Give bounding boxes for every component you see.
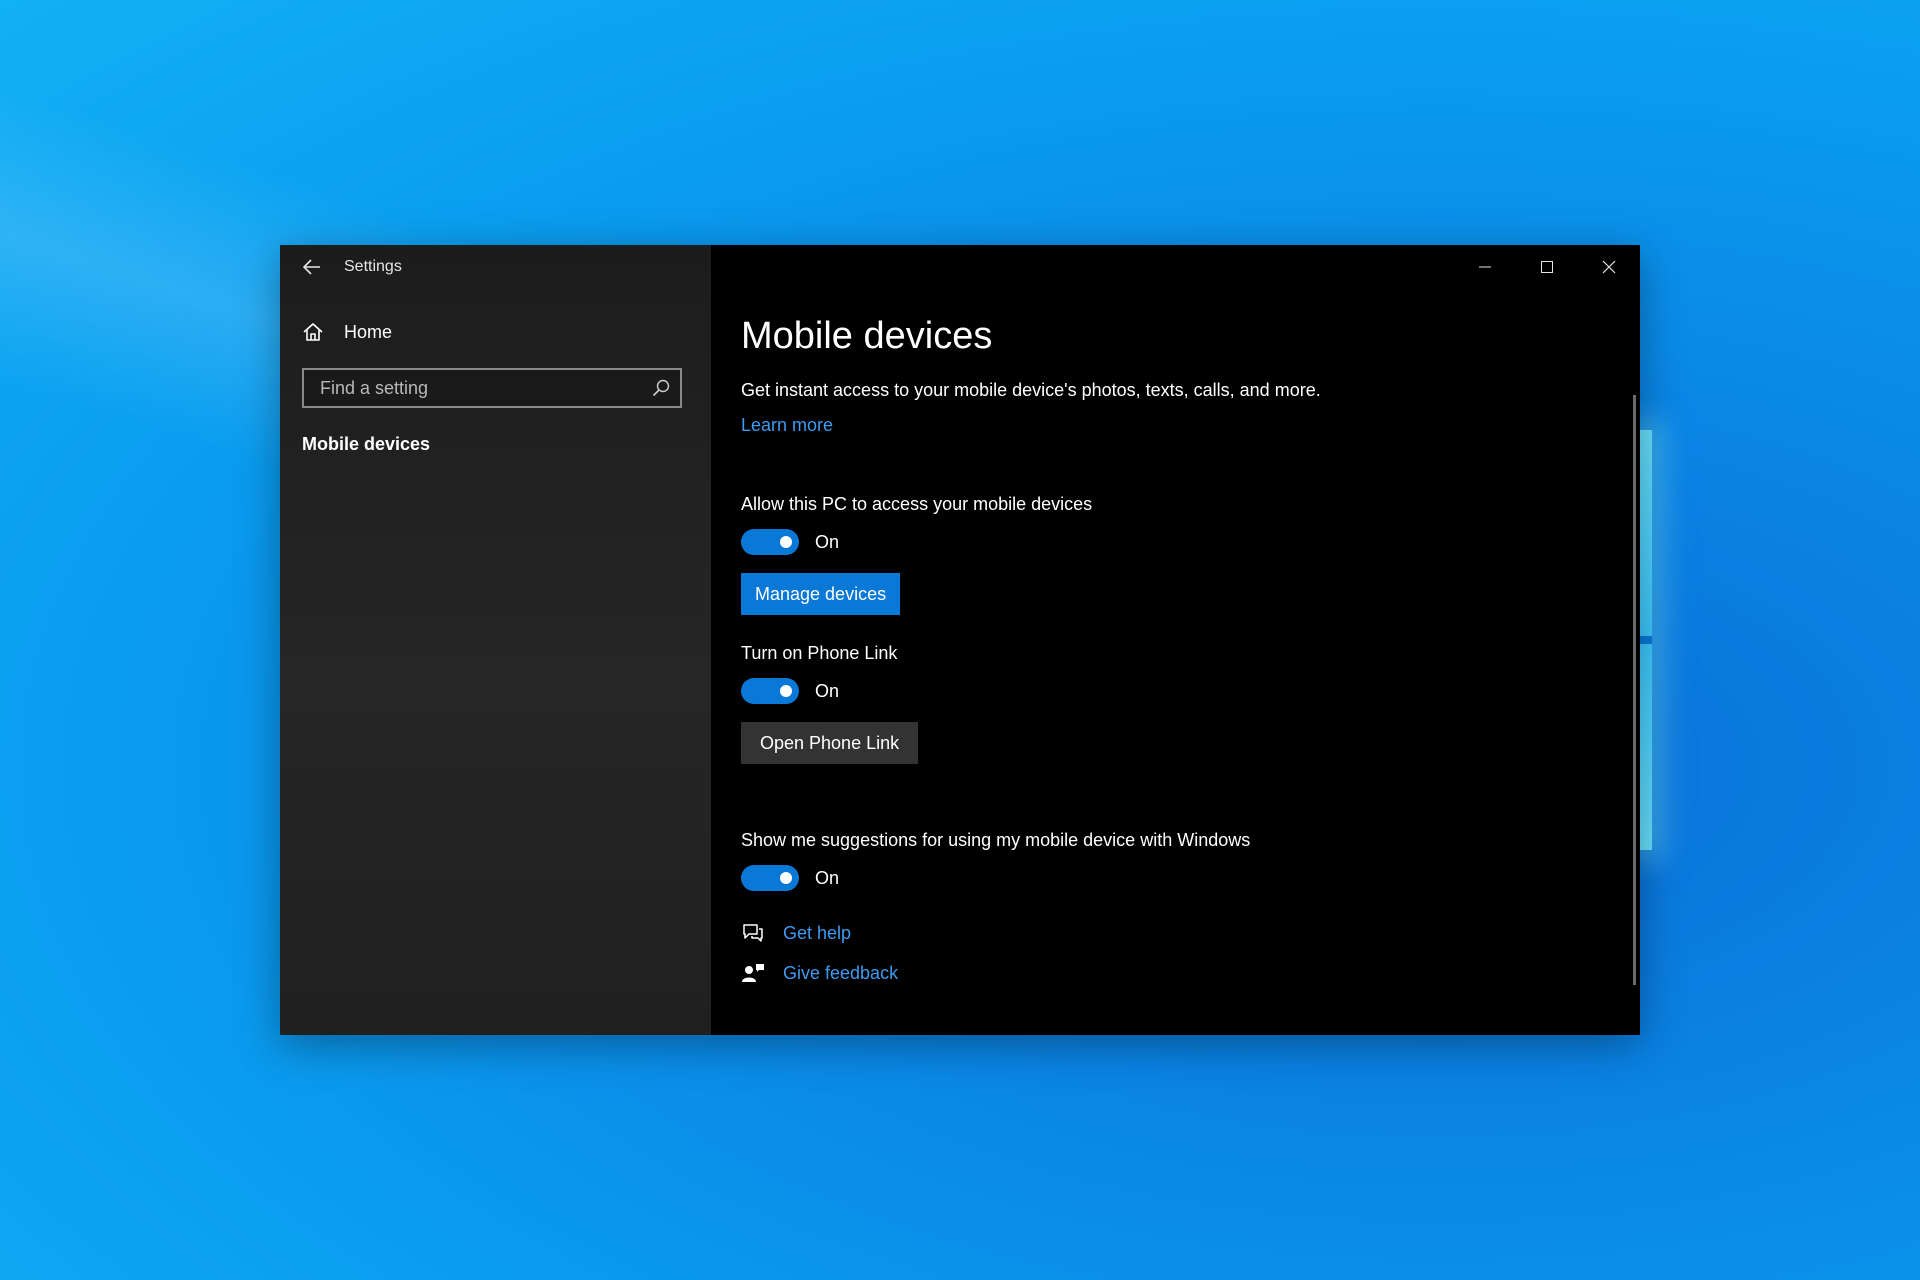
page-description: Get instant access to your mobile device… bbox=[741, 380, 1321, 400]
help-section: Get help Give feedback bbox=[741, 917, 1640, 989]
close-button[interactable] bbox=[1578, 245, 1640, 289]
open-phone-link-button[interactable]: Open Phone Link bbox=[741, 722, 919, 764]
back-arrow-icon bbox=[303, 259, 320, 275]
sidebar: Settings Home Mobile devices bbox=[280, 245, 711, 1035]
caption-buttons bbox=[1454, 245, 1640, 289]
phone-link-toggle[interactable] bbox=[741, 678, 799, 704]
toggle-knob bbox=[780, 872, 792, 884]
sidebar-item-mobile-devices[interactable]: Mobile devices bbox=[302, 434, 711, 455]
toggle-row: On bbox=[741, 865, 1640, 891]
help-chat-icon bbox=[743, 924, 763, 942]
setting-suggestions: Show me suggestions for using my mobile … bbox=[741, 830, 1640, 891]
give-feedback-link[interactable]: Give feedback bbox=[783, 963, 898, 984]
search-box bbox=[302, 368, 682, 408]
feedback-icon bbox=[742, 964, 764, 982]
settings-window: Settings Home Mobile devices bbox=[280, 245, 1640, 1035]
get-help-link[interactable]: Get help bbox=[783, 923, 851, 944]
toggle-knob bbox=[780, 536, 792, 548]
toggle-state: On bbox=[815, 680, 840, 701]
suggestions-toggle[interactable] bbox=[741, 865, 799, 891]
toggle-row: On bbox=[741, 529, 1640, 555]
app-title: Settings bbox=[344, 258, 402, 275]
main-pane: Mobile devices Get instant access to you… bbox=[711, 245, 1640, 1035]
sidebar-item-home[interactable]: Home bbox=[280, 308, 711, 356]
setting-allow-access: Allow this PC to access your mobile devi… bbox=[741, 494, 1640, 615]
home-icon bbox=[303, 323, 323, 341]
search-icon[interactable] bbox=[652, 379, 670, 397]
toggle-state: On bbox=[815, 867, 840, 888]
home-label: Home bbox=[344, 321, 393, 342]
search-input[interactable] bbox=[318, 376, 642, 400]
settings-content: Mobile devices Get instant access to you… bbox=[741, 315, 1640, 989]
scrollbar[interactable] bbox=[1633, 395, 1636, 985]
desktop-background: Settings Home Mobile devices bbox=[0, 0, 1920, 1280]
setting-phone-link: Turn on Phone Link On Open Phone Link bbox=[741, 643, 1640, 764]
windows-logo-glow bbox=[1640, 430, 1652, 850]
learn-more-link[interactable]: Learn more bbox=[741, 415, 833, 436]
maximize-icon bbox=[1541, 261, 1553, 273]
toggle-state: On bbox=[815, 531, 840, 552]
give-feedback-row: Give feedback bbox=[741, 957, 1640, 989]
toggle-knob bbox=[780, 685, 792, 697]
titlebar-left: Settings bbox=[280, 245, 711, 289]
setting-label: Show me suggestions for using my mobile … bbox=[741, 830, 1251, 850]
back-button[interactable] bbox=[280, 245, 344, 289]
get-help-row: Get help bbox=[741, 917, 1640, 949]
allow-access-toggle[interactable] bbox=[741, 529, 799, 555]
toggle-row: On bbox=[741, 678, 1640, 704]
manage-devices-button[interactable]: Manage devices bbox=[741, 573, 901, 615]
setting-label: Allow this PC to access your mobile devi… bbox=[741, 494, 1093, 514]
page-title: Mobile devices bbox=[741, 315, 993, 357]
minimize-button[interactable] bbox=[1454, 245, 1516, 289]
maximize-button[interactable] bbox=[1516, 245, 1578, 289]
minimize-icon bbox=[1479, 266, 1491, 268]
close-icon bbox=[1602, 260, 1616, 274]
setting-label: Turn on Phone Link bbox=[741, 643, 898, 663]
